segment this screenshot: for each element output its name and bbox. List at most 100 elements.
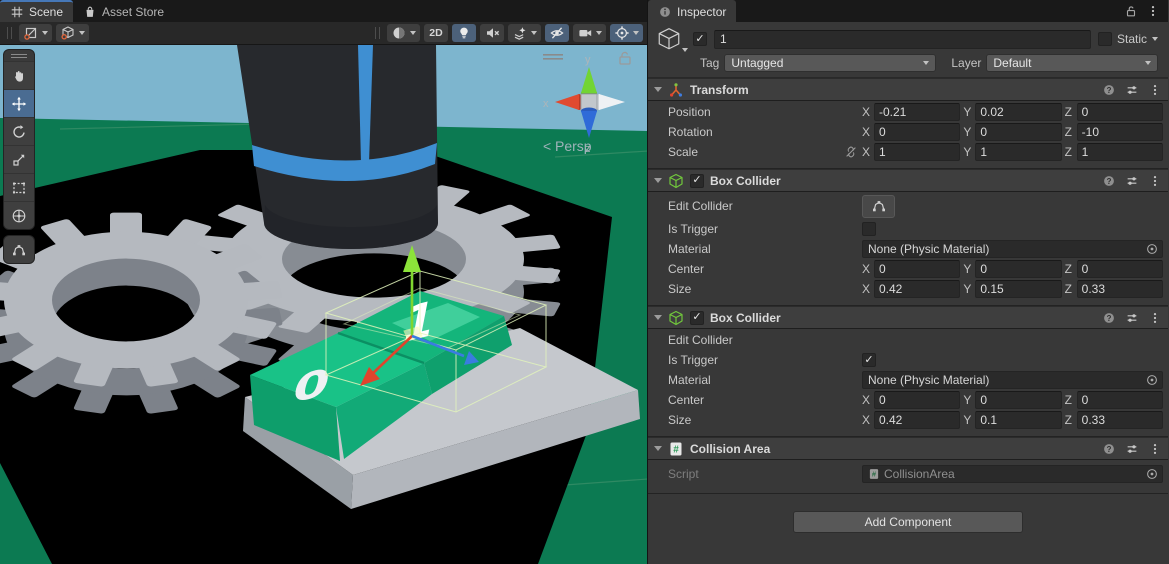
size-z-input[interactable] [1077, 411, 1163, 429]
center-y-input[interactable] [975, 391, 1061, 409]
scale-x-input[interactable] [874, 143, 960, 161]
material-object-field[interactable]: None (Physic Material) [862, 240, 1163, 258]
is-trigger-checkbox[interactable]: ✓ [862, 353, 876, 367]
object-picker-icon[interactable] [1145, 242, 1159, 256]
hand-tool-button[interactable] [4, 61, 34, 89]
presets-icon[interactable] [1125, 174, 1139, 188]
rotation-z-input[interactable] [1077, 123, 1163, 141]
transform-tool-button[interactable] [4, 201, 34, 229]
component-enabled-checkbox[interactable]: ✓ [690, 174, 704, 188]
foldout-arrow[interactable] [654, 315, 662, 320]
toolbar-drag-handle[interactable] [7, 27, 12, 39]
toolbar-drag-handle[interactable] [375, 27, 380, 39]
effects-dropdown[interactable] [508, 24, 541, 42]
grid-snap-dropdown[interactable] [56, 24, 89, 42]
component-enabled-checkbox[interactable]: ✓ [690, 311, 704, 325]
material-object-field[interactable]: None (Physic Material) [862, 371, 1163, 389]
foldout-arrow[interactable] [654, 178, 662, 183]
layer-dropdown[interactable]: Default [986, 54, 1158, 72]
kebab-menu-icon[interactable] [1148, 174, 1162, 188]
help-icon[interactable] [1102, 442, 1116, 456]
presets-icon[interactable] [1125, 83, 1139, 97]
presets-icon[interactable] [1125, 442, 1139, 456]
edit-collider-tool-button[interactable] [4, 236, 34, 263]
center-y-input[interactable] [975, 260, 1061, 278]
center-x-input[interactable] [874, 391, 960, 409]
tool-settings-dropdown[interactable] [19, 24, 52, 42]
rotation-y-input[interactable] [975, 123, 1061, 141]
rotation-x-input[interactable] [874, 123, 960, 141]
kebab-menu-icon[interactable] [1148, 442, 1162, 456]
tower-cylinder[interactable] [237, 45, 438, 249]
camera-settings-dropdown[interactable] [573, 24, 606, 42]
kebab-menu-icon[interactable] [1148, 311, 1162, 325]
scene-view-toolbar: 2D [0, 22, 647, 45]
persp-label[interactable]: Persp [555, 138, 592, 154]
size-x-input[interactable] [874, 280, 960, 298]
scene-tab-icon [10, 5, 24, 19]
rect-tool-button[interactable] [4, 173, 34, 201]
kebab-menu-icon[interactable] [1146, 4, 1160, 18]
gameobject-cube-icon[interactable] [656, 26, 686, 52]
gizmo-x-label[interactable]: x [543, 98, 549, 110]
tab-asset-store[interactable]: Asset Store [73, 0, 174, 22]
scene-view-pane: Scene Asset Store [0, 0, 648, 564]
add-component-button[interactable]: Add Component [793, 511, 1023, 533]
position-x-input[interactable] [874, 103, 960, 121]
center-z-input[interactable] [1077, 391, 1163, 409]
foldout-arrow[interactable] [654, 446, 662, 451]
is-trigger-checkbox[interactable] [862, 222, 876, 236]
gizmo-y-axis-cone[interactable] [581, 67, 597, 97]
gizmo-neg-x-axis-cone[interactable] [596, 94, 626, 110]
gizmo-drag-handle[interactable] [543, 54, 563, 60]
tag-dropdown[interactable]: Untagged [724, 54, 936, 72]
kebab-menu-icon[interactable] [1148, 83, 1162, 97]
tab-inspector[interactable]: Inspector [648, 0, 736, 22]
draw-mode-dropdown[interactable] [387, 24, 420, 42]
scale-tool-button[interactable] [4, 145, 34, 173]
gizmo-y-label[interactable]: y [585, 54, 591, 66]
size-y-input[interactable] [975, 411, 1061, 429]
edit-collider-button[interactable] [862, 195, 895, 218]
inspector-tabbar: Inspector [648, 0, 1168, 22]
help-icon[interactable] [1102, 174, 1116, 188]
scene-audio-button[interactable] [480, 24, 504, 42]
gizmo-x-axis-cone[interactable] [555, 94, 583, 110]
size-z-input[interactable] [1077, 280, 1163, 298]
move-tool-button[interactable] [4, 89, 34, 117]
presets-icon[interactable] [1125, 311, 1139, 325]
static-dropdown-caret[interactable] [1152, 37, 1158, 41]
help-icon[interactable] [1102, 311, 1116, 325]
gameobject-active-checkbox[interactable]: ✓ [693, 32, 707, 46]
scale-y-input[interactable] [975, 143, 1061, 161]
tools-drag-handle[interactable] [4, 50, 34, 61]
scene-visibility-button[interactable] [545, 24, 569, 42]
object-picker-icon[interactable] [1145, 467, 1159, 481]
toggle-2d-button[interactable]: 2D [424, 24, 448, 42]
unlocked-padlock-icon[interactable] [620, 52, 630, 64]
static-checkbox[interactable] [1098, 32, 1112, 46]
position-z-input[interactable] [1077, 103, 1163, 121]
position-y-input[interactable] [975, 103, 1061, 121]
center-x-input[interactable] [874, 260, 960, 278]
persp-arrow-icon[interactable]: < [543, 138, 551, 154]
scale-z-input[interactable] [1077, 143, 1163, 161]
foldout-arrow[interactable] [654, 87, 662, 92]
gameobject-name-field[interactable] [714, 30, 1091, 49]
gizmos-dropdown[interactable] [610, 24, 643, 42]
constrain-proportions-icon[interactable] [844, 145, 858, 159]
scene-lighting-button[interactable] [452, 24, 476, 42]
box-collider-icon [668, 310, 684, 326]
object-picker-icon[interactable] [1145, 373, 1159, 387]
tab-scene[interactable]: Scene [0, 0, 73, 22]
unlock-icon[interactable] [1124, 4, 1138, 18]
center-z-input[interactable] [1077, 260, 1163, 278]
rotation-row: Rotation X Y Z [648, 123, 1163, 141]
help-icon[interactable] [1102, 83, 1116, 97]
size-y-input[interactable] [975, 280, 1061, 298]
size-x-input[interactable] [874, 411, 960, 429]
pivot-icon [23, 25, 39, 41]
gizmo-z-axis-cone[interactable] [581, 108, 597, 139]
scene-viewport[interactable]: 1 0 [0, 45, 647, 564]
rotate-tool-button[interactable] [4, 117, 34, 145]
